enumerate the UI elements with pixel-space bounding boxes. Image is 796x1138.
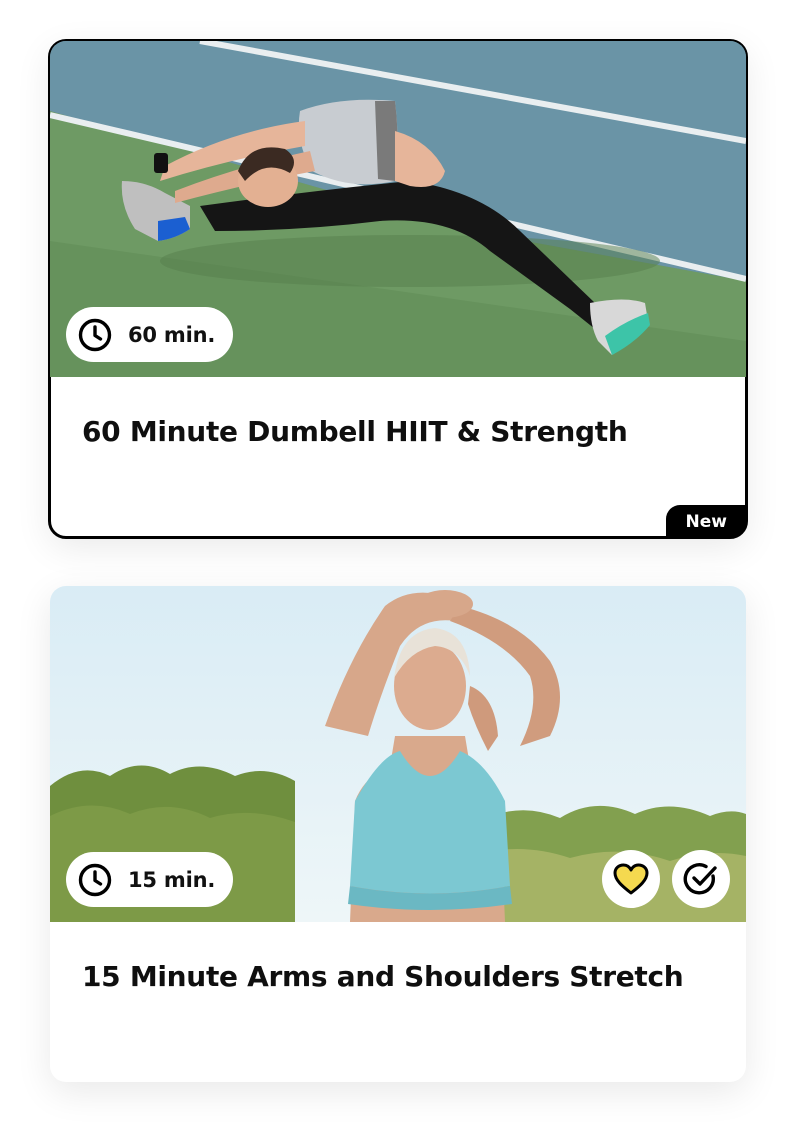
workout-card[interactable]: 15 min. 15 Minute Arms and Shoulders Str… (50, 586, 746, 1082)
duration-badge: 60 min. (66, 307, 234, 362)
favorite-button[interactable] (602, 850, 660, 908)
check-circle-icon (683, 863, 717, 895)
duration-badge: 15 min. (66, 852, 234, 907)
workout-title[interactable]: 15 Minute Arms and Shoulders Stretch (82, 960, 684, 993)
workout-list: 60 min. 60 Minute Dumbell HIIT & Strengt… (0, 0, 796, 1138)
clock-icon (78, 863, 112, 896)
duration-label: 15 min. (128, 867, 216, 892)
workout-thumbnail: 15 min. (50, 586, 746, 922)
heart-icon (613, 863, 649, 895)
workout-thumbnail: 60 min. (50, 41, 746, 377)
mark-complete-button[interactable] (672, 850, 730, 908)
workout-card[interactable]: 60 min. 60 Minute Dumbell HIIT & Strengt… (48, 39, 748, 539)
duration-label: 60 min. (128, 322, 216, 347)
clock-icon (78, 318, 112, 351)
workout-title[interactable]: 60 Minute Dumbell HIIT & Strength (82, 415, 628, 448)
new-badge: New (665, 505, 746, 537)
